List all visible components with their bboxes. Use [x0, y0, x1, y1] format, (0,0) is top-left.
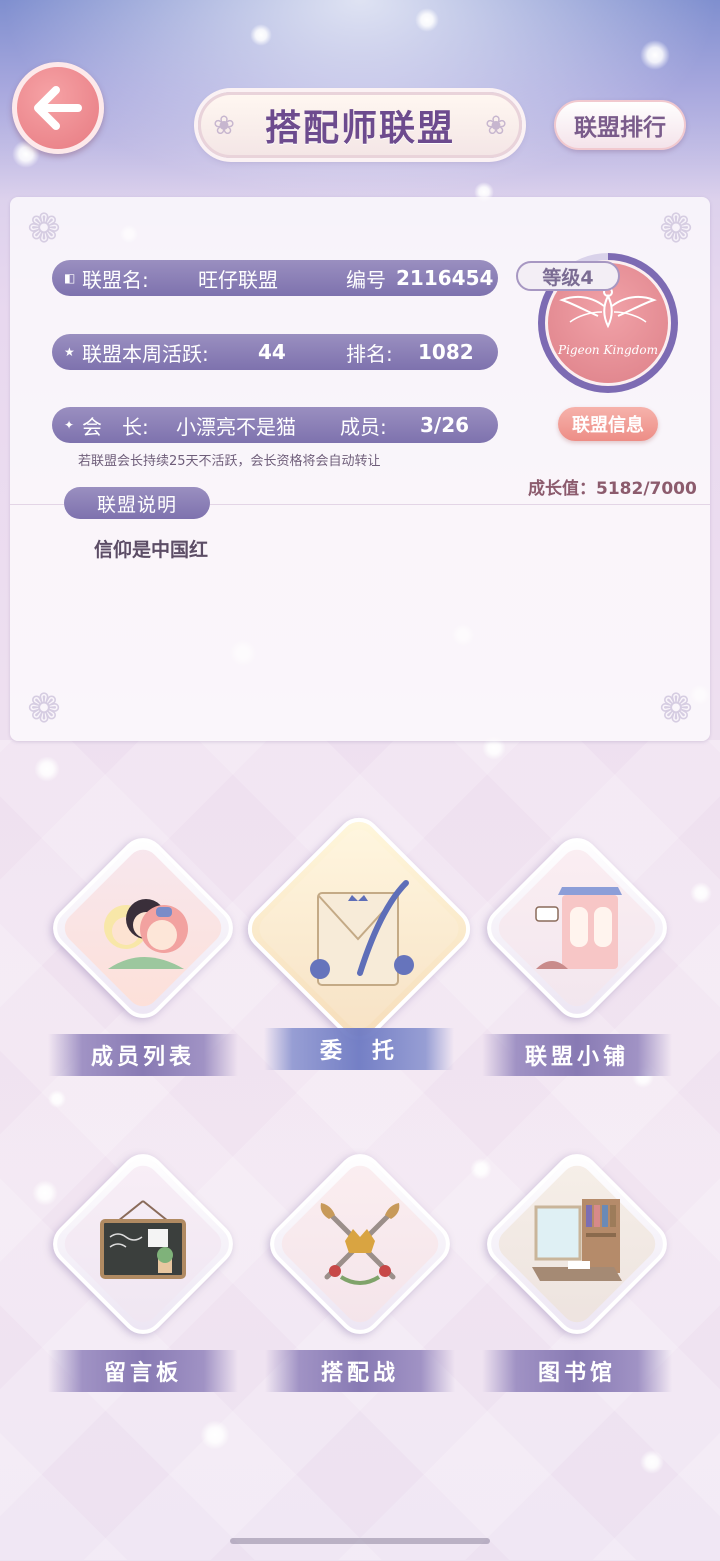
alliance-name-label: 联盟名: — [82, 267, 149, 292]
leader-value: 小漂亮不是猫 — [176, 414, 296, 439]
commission-tile[interactable]: 委 托 — [238, 808, 480, 1082]
outfit-battle-tile[interactable]: 搭配战 — [261, 1145, 459, 1404]
weekly-activity-row: ★ 联盟本周活跃: 44 排名: 1082 — [52, 334, 498, 370]
envelope-quill-icon — [310, 880, 414, 986]
emblem-text: Pigeon Kingdom — [558, 343, 658, 357]
back-button[interactable] — [12, 62, 104, 154]
member-list-label: 成员列表 — [48, 1034, 238, 1076]
winged-crest-icon — [559, 287, 657, 329]
growth-value: 成长值：5182/7000 — [528, 479, 697, 499]
weekly-activity-label: 联盟本周活跃: — [82, 341, 209, 366]
alliance-shop-label: 联盟小铺 — [482, 1034, 672, 1076]
rank-label: 排名: — [346, 341, 393, 366]
library-tile[interactable]: 图书馆 — [478, 1145, 676, 1404]
alliance-info-button[interactable]: 联盟信息 — [558, 407, 658, 441]
members-label: 成员: — [340, 414, 387, 439]
commission-label: 委 托 — [264, 1028, 454, 1070]
members-value: 3/26 — [420, 413, 470, 437]
outfit-battle-label: 搭配战 — [265, 1350, 455, 1392]
alliance-ranking-button[interactable]: 联盟排行 — [554, 100, 686, 150]
level-badge: 等级4 — [516, 261, 620, 291]
page-title-plate: ❀ 搭配师联盟 ❀ — [198, 92, 522, 158]
leader-transfer-note: 若联盟会长持续25天不活跃，会长资格将会自动转让 — [78, 454, 381, 469]
page-title: 搭配师联盟 — [264, 107, 455, 149]
alliance-description: 信仰是中国红 — [94, 539, 209, 561]
corner-rose-icon: ❁ — [659, 206, 693, 252]
members-portrait-icon — [104, 899, 188, 969]
description-tag: 联盟说明 — [64, 487, 210, 519]
book-icon: ◧ — [64, 271, 76, 285]
sparkle-icon: ✦ — [64, 418, 75, 432]
star-icon: ★ — [64, 345, 75, 359]
alliance-id-label: 编号 — [346, 267, 386, 292]
rose-ornament-icon: ❀ — [485, 111, 507, 141]
library-label: 图书馆 — [482, 1350, 672, 1392]
arrow-left-icon — [34, 86, 82, 130]
alliance-name-row: ◧ 联盟名: 旺仔联盟 编号 2116454 — [52, 260, 498, 296]
message-board-label: 留言板 — [48, 1350, 238, 1392]
chalkboard-icon — [100, 1200, 186, 1279]
crossed-swords-crest-icon — [320, 1203, 400, 1285]
rose-ornament-icon: ❀ — [213, 111, 235, 141]
alliance-name-value: 旺仔联盟 — [198, 267, 278, 292]
leader-row: ✦ 会 长: 小漂亮不是猫 成员: 3/26 — [52, 407, 498, 443]
weekly-activity-value: 44 — [258, 340, 286, 364]
bookshelf-window-icon — [532, 1199, 622, 1281]
corner-rose-icon: ❁ — [659, 686, 693, 732]
corner-rose-icon: ❁ — [27, 686, 61, 732]
shop-storefront-icon — [535, 887, 622, 969]
leader-label: 会 长: — [82, 414, 149, 439]
message-board-tile[interactable]: 留言板 — [44, 1145, 242, 1404]
home-indicator[interactable] — [230, 1538, 490, 1544]
alliance-info-panel: ❁ ❁ ❁ ❁ ◧ 联盟名: 旺仔联盟 编号 2116454 ★ 联盟本周活跃:… — [10, 197, 710, 741]
alliance-shop-tile[interactable]: 联盟小铺 — [478, 829, 676, 1088]
member-list-tile[interactable]: 成员列表 — [44, 829, 242, 1088]
alliance-id-value: 2116454 — [396, 266, 494, 290]
corner-rose-icon: ❁ — [27, 206, 61, 252]
rank-value: 1082 — [418, 340, 474, 364]
